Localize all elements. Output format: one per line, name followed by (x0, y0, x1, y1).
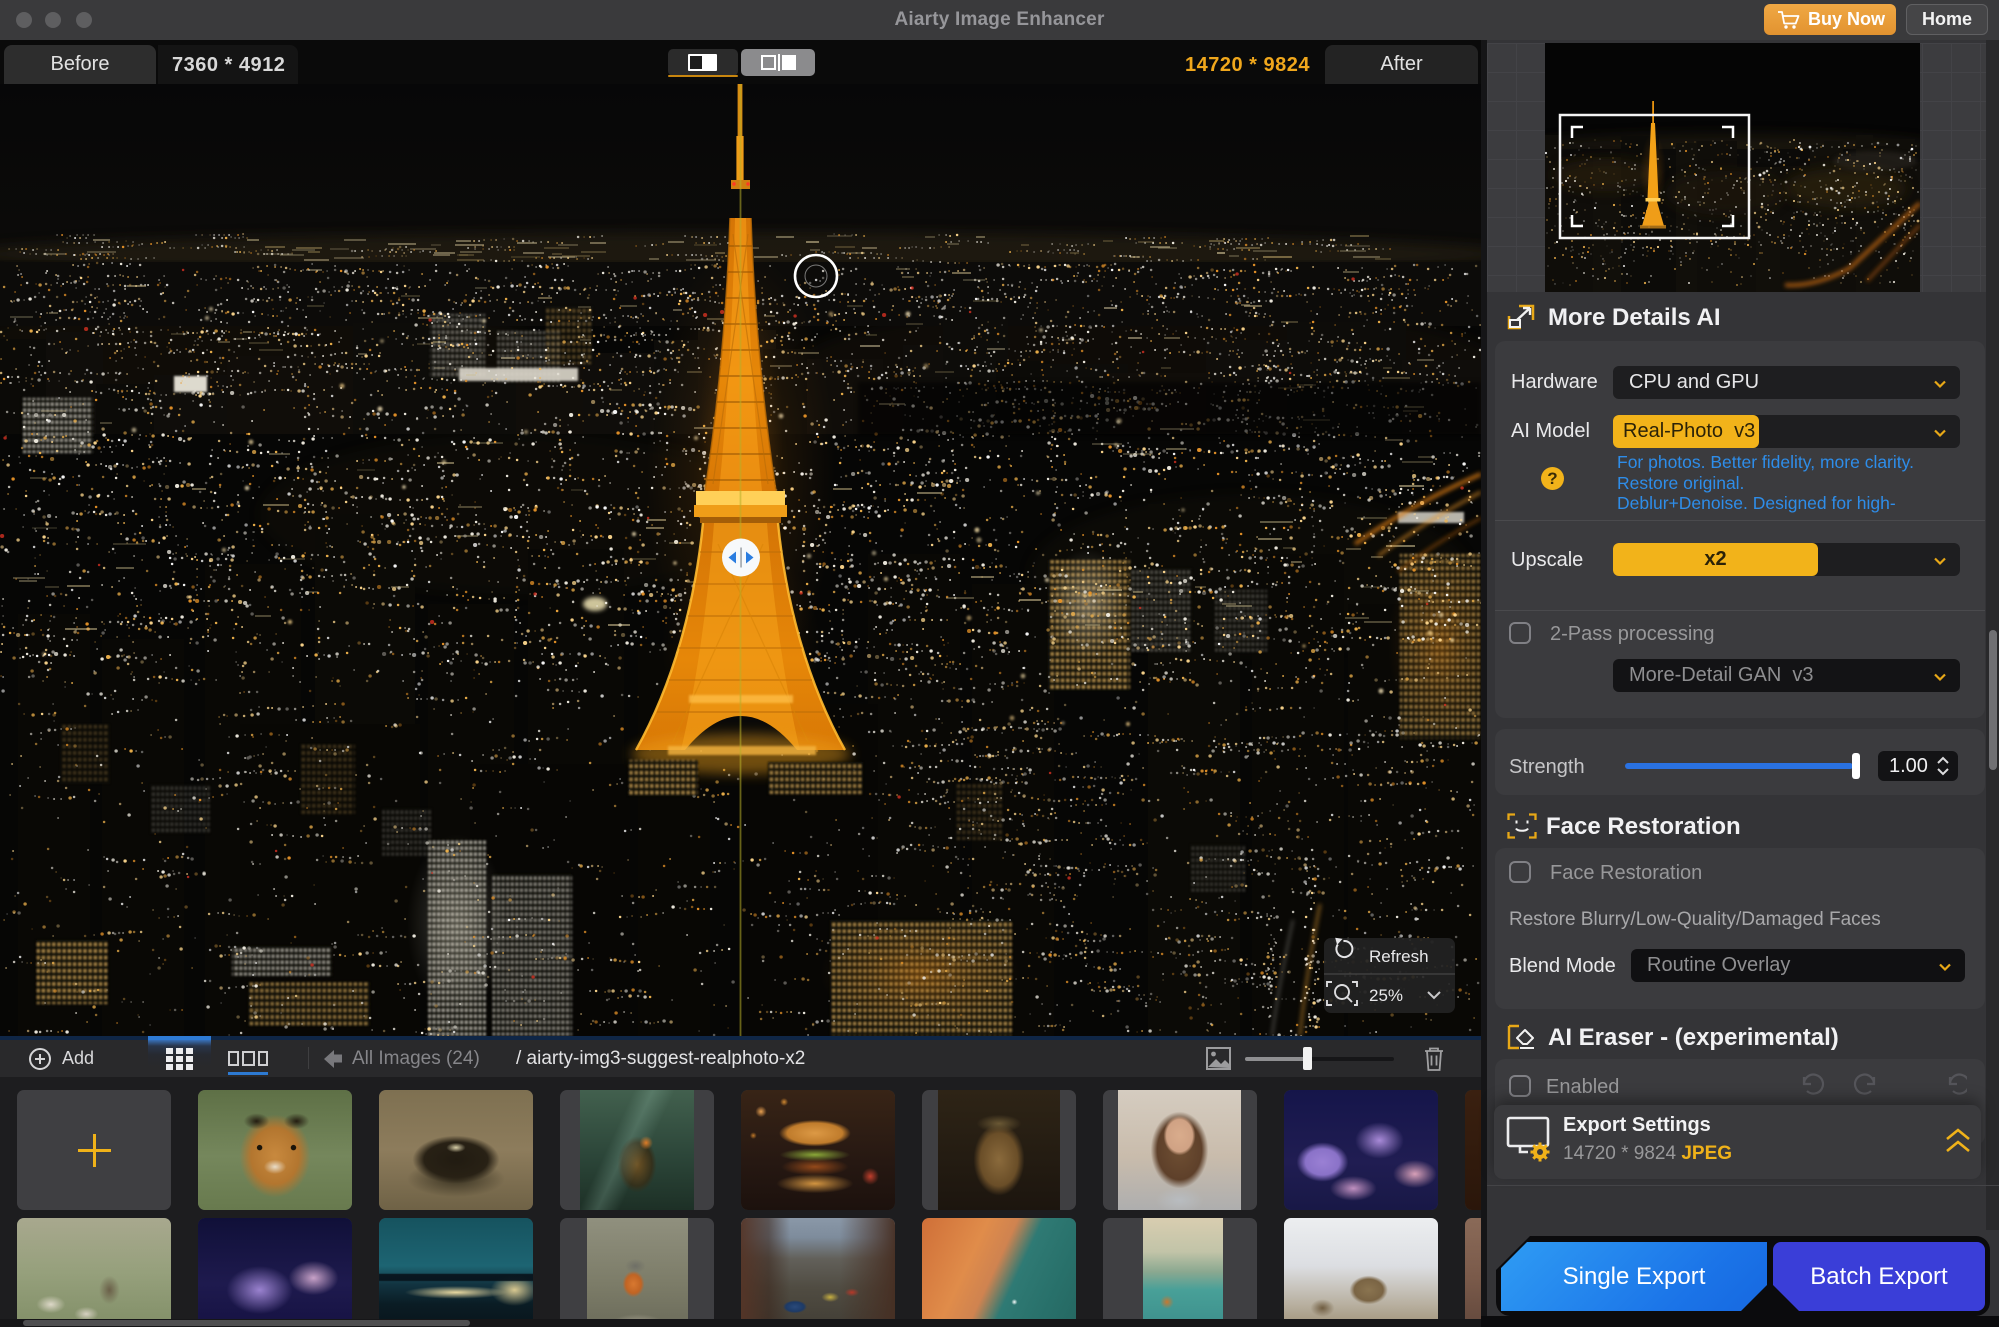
svg-text:Refresh: Refresh (1369, 947, 1429, 966)
svg-text:25%: 25% (1369, 986, 1403, 1005)
